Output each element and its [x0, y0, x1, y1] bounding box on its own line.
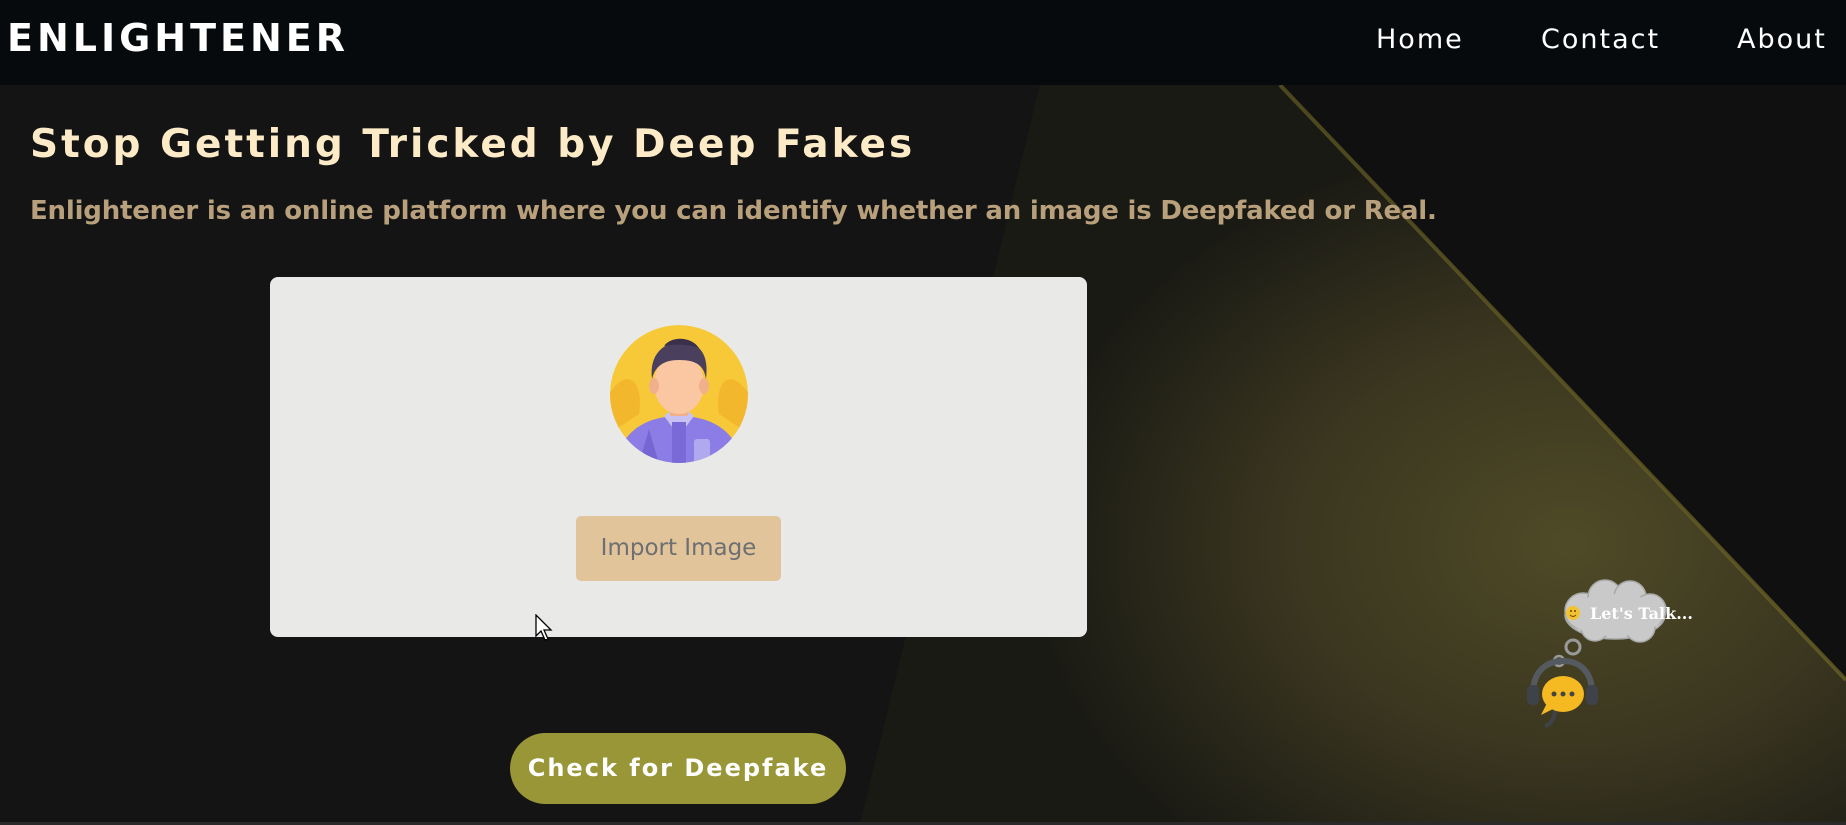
nav-about-link[interactable]: About — [1737, 22, 1827, 58]
page: ENLIGHTENER Home Contact About Stop Gett… — [0, 0, 1846, 825]
mouse-cursor-icon — [535, 614, 553, 641]
hero-title: Stop Getting Tricked by Deep Fakes — [30, 122, 916, 167]
chat-support-widget[interactable]: Let's Talk... — [1525, 575, 1693, 735]
chat-cloud-label: Let's Talk... — [1590, 604, 1693, 623]
import-image-button[interactable]: Import Image — [576, 516, 781, 581]
brand-logo[interactable]: ENLIGHTENER — [7, 15, 349, 61]
user-avatar-icon — [610, 325, 748, 463]
chat-support-icon — [1527, 579, 1667, 728]
navbar: ENLIGHTENER Home Contact About — [0, 0, 1846, 85]
hero-subtitle: Enlightener is an online platform where … — [30, 196, 1437, 226]
nav-home-link[interactable]: Home — [1376, 22, 1464, 58]
upload-card: Import Image — [270, 277, 1087, 637]
check-deepfake-button[interactable]: Check for Deepfake — [510, 733, 846, 804]
nav-contact-link[interactable]: Contact — [1541, 22, 1660, 58]
